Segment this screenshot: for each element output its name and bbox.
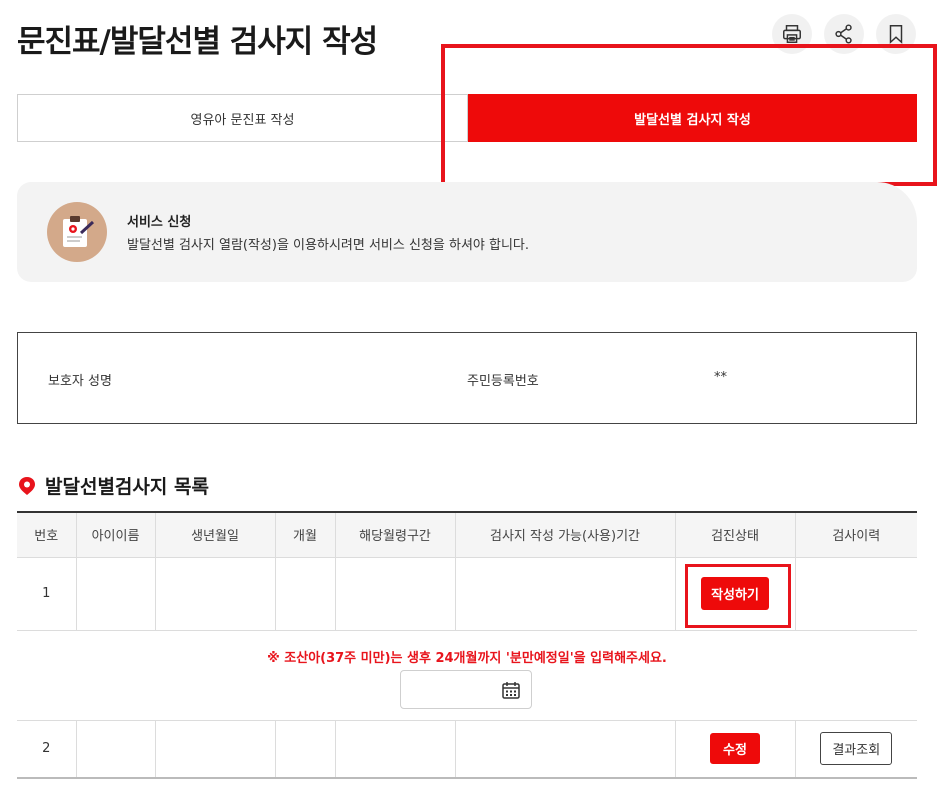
edit-button[interactable]: 수정: [710, 733, 760, 765]
highlight-outline-tab: [441, 44, 937, 186]
notice-title: 서비스 신청: [127, 215, 192, 230]
clipboard-icon: [47, 202, 107, 262]
column-header: 아이이름: [76, 512, 156, 558]
rrn-value: **: [714, 370, 727, 385]
rrn-label: 주민등록번호: [467, 374, 539, 389]
service-notice: 서비스 신청 발달선별 검사지 열람(작성)을 이용하시려면 서비스 신청을 하…: [17, 182, 917, 282]
share-icon: [835, 24, 852, 44]
premature-note-row: ※ 조산아(37주 미만)는 생후 24개월까지 '분만예정일'을 입력해주세요…: [17, 630, 917, 721]
print-icon: [783, 25, 801, 43]
guardian-info: 보호자 성명 주민등록번호 **: [17, 332, 917, 424]
column-header: 해당월령구간: [335, 512, 456, 558]
column-header: 번호: [17, 512, 77, 558]
notice-description: 발달선별 검사지 열람(작성)을 이용하시려면 서비스 신청을 하셔야 합니다.: [127, 238, 530, 253]
location-pin-icon: [19, 476, 35, 495]
page-title: 문진표/발달선별 검사지 작성: [17, 24, 378, 60]
due-date-input[interactable]: [400, 669, 532, 709]
table-row: 1 작성하기: [17, 557, 917, 631]
bookmark-icon: [889, 25, 903, 44]
row-number: 2: [17, 720, 77, 779]
column-header: 검사이력: [795, 512, 917, 558]
premature-note: ※ 조산아(37주 미만)는 생후 24개월까지 '분만예정일'을 입력해주세요…: [267, 650, 667, 666]
table-row: 2 수정 결과조회: [17, 720, 917, 779]
screening-list-title: 발달선별검사지 목록: [17, 472, 209, 499]
tab-questionnaire[interactable]: 영유아 문진표 작성: [17, 94, 468, 142]
column-header: 검진상태: [675, 512, 796, 558]
screening-table: 번호 아이이름 생년월일 개월 해당월령구간 검사지 작성 가능(사용)기간 검…: [17, 511, 917, 779]
guardian-name-label: 보호자 성명: [48, 374, 112, 389]
column-header: 생년월일: [155, 512, 276, 558]
calendar-icon[interactable]: [501, 680, 521, 700]
column-header: 검사지 작성 가능(사용)기간: [455, 512, 676, 558]
column-header: 개월: [275, 512, 336, 558]
list-title-text: 발달선별검사지 목록: [45, 476, 209, 498]
highlight-outline-write: [684, 563, 791, 628]
row-number: 1: [17, 557, 77, 631]
view-result-button[interactable]: 결과조회: [820, 732, 893, 766]
table-header-row: 번호 아이이름 생년월일 개월 해당월령구간 검사지 작성 가능(사용)기간 검…: [17, 512, 917, 558]
